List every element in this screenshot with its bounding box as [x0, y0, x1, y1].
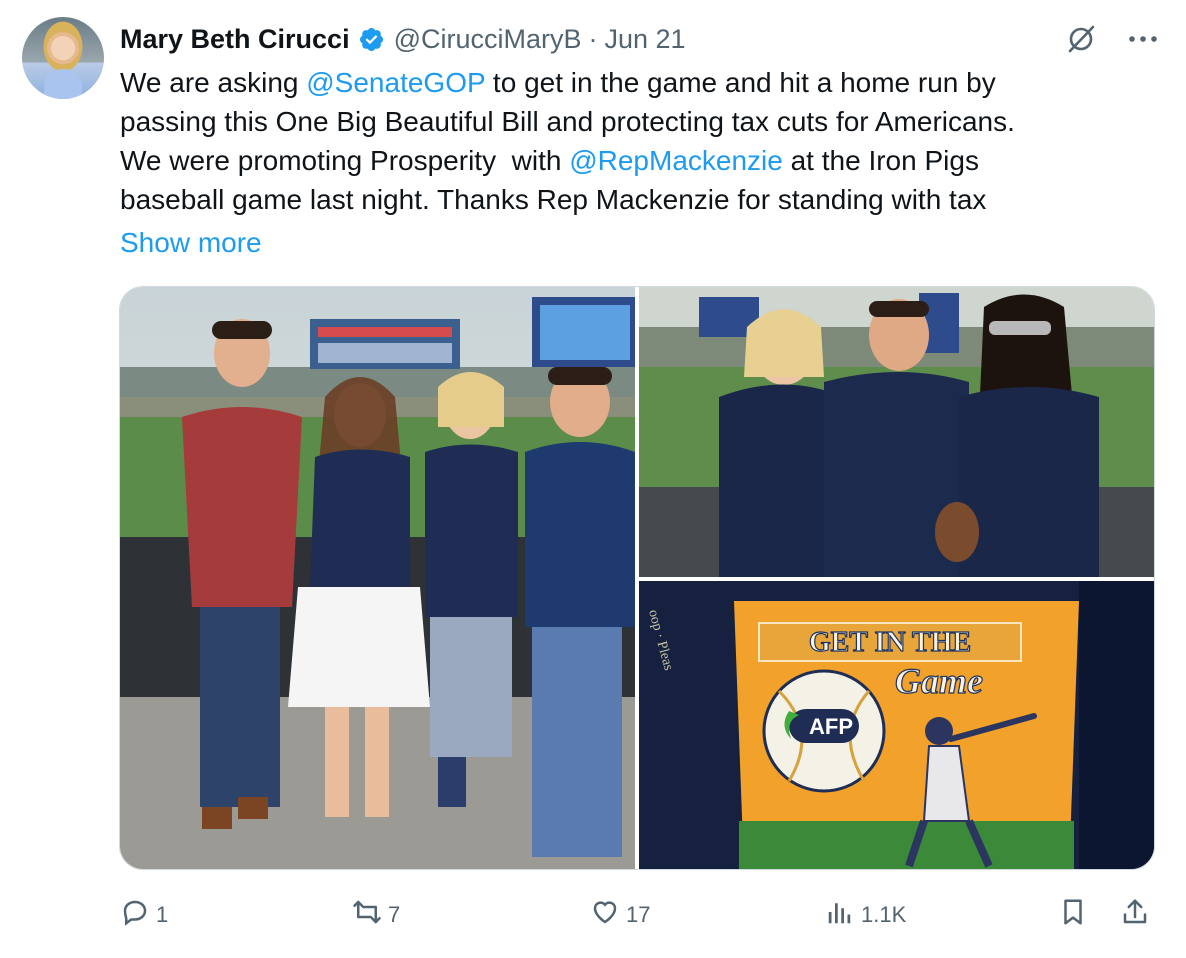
tweet-text: We are asking @SenateGOP to get in the g…	[120, 63, 1150, 219]
bookmark-button[interactable]	[1058, 893, 1088, 937]
shirt-text-line1: GET IN THE	[809, 627, 971, 658]
top-actions	[1064, 22, 1160, 56]
tweet-header: Mary Beth Cirucci @CirucciMaryB · Jun 21	[120, 22, 686, 56]
shirt-text-line2: Game	[895, 661, 983, 701]
reply-count: 1	[156, 902, 169, 927]
reply-icon	[120, 897, 150, 933]
views-icon	[825, 897, 855, 933]
views-button[interactable]: 1.1K	[825, 893, 906, 937]
retweet-button[interactable]: 7	[352, 893, 400, 937]
tweet-text-segment: to get in the game and hit a home run by	[485, 67, 996, 98]
tweet-line-1: We are asking @SenateGOP to get in the g…	[120, 63, 1150, 102]
retweet-icon	[352, 897, 382, 933]
tweet-text-segment: at the Iron Pigs	[782, 145, 979, 176]
grok-icon[interactable]	[1064, 22, 1098, 56]
photo-three-people[interactable]	[639, 287, 1154, 577]
share-icon	[1120, 897, 1150, 933]
author-handle[interactable]: @CirucciMaryB	[394, 24, 582, 55]
shirt-afp-logo: AFP	[809, 714, 853, 739]
author-name[interactable]: Mary Beth Cirucci	[120, 24, 350, 55]
views-count: 1.1K	[861, 902, 907, 927]
tweet-text-segment: We were promoting Prosperity with	[120, 145, 570, 176]
tweet-line-2: passing this One Big Beautiful Bill and …	[120, 106, 1015, 137]
like-button[interactable]: 17	[590, 893, 650, 937]
show-more-link[interactable]: Show more	[120, 223, 262, 262]
bookmark-icon	[1058, 897, 1088, 933]
like-count: 17	[626, 902, 651, 927]
verified-badge-icon[interactable]	[358, 26, 385, 53]
share-button[interactable]	[1120, 893, 1150, 937]
photo-get-in-the-game-shirt[interactable]: GET IN THE Game AFP oop · Pleas	[639, 581, 1154, 869]
tweet-text-segment: We are asking	[120, 67, 307, 98]
heart-icon	[590, 897, 620, 933]
tweet-action-bar: 1 7 17 1.1K	[120, 893, 1156, 937]
more-icon[interactable]	[1126, 22, 1160, 56]
avatar[interactable]	[22, 17, 104, 99]
reply-button[interactable]: 1	[120, 893, 168, 937]
media-grid: GET IN THE Game AFP oop · Pleas	[119, 286, 1155, 870]
photo-group-ballpark[interactable]	[120, 287, 635, 869]
tweet-line-3: We were promoting Prosperity with @RepMa…	[120, 141, 1150, 180]
tweet-line-4: baseball game last night. Thanks Rep Mac…	[120, 184, 987, 215]
mention-repmackenzie[interactable]: @RepMackenzie	[569, 145, 783, 176]
separator-dot: ·	[588, 23, 598, 54]
retweet-count: 7	[388, 902, 401, 927]
tweet-date[interactable]: Jun 21	[605, 24, 686, 55]
mention-senategop[interactable]: @SenateGOP	[306, 67, 485, 98]
